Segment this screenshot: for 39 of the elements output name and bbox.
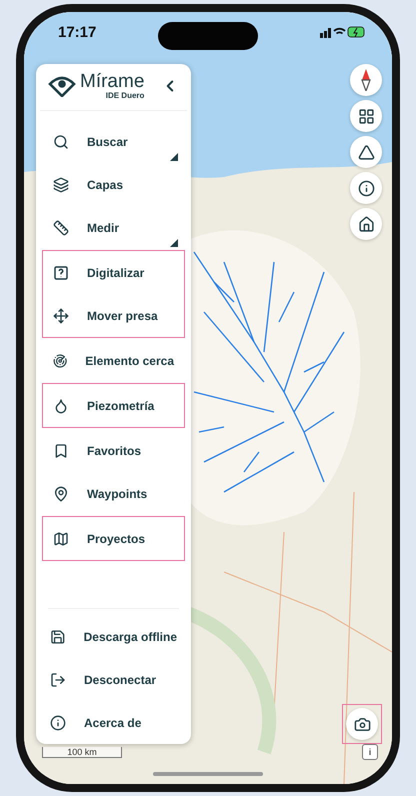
menu-icon	[53, 398, 69, 414]
camera-icon	[354, 716, 370, 732]
menu-icon	[53, 352, 68, 368]
menu-item[interactable]: Elemento cerca	[43, 339, 184, 382]
triangle-icon	[358, 144, 374, 160]
menu-item[interactable]: Piezometría	[43, 384, 184, 427]
app-title: Mírame	[80, 72, 144, 91]
menu-icon	[53, 442, 69, 458]
menu-icon	[53, 220, 69, 236]
menu-item[interactable]: Proyectos	[43, 517, 184, 560]
menu-item[interactable]: Buscar	[43, 120, 184, 163]
app-subtitle: IDE Duero	[106, 91, 144, 100]
menu-item[interactable]: Mover presa	[43, 294, 184, 337]
compass-needle-icon	[361, 69, 371, 91]
grid-icon	[358, 108, 374, 124]
question-square-icon	[53, 264, 69, 280]
menu-item[interactable]: Digitalizar	[43, 251, 184, 294]
menu-item[interactable]: Favoritos	[43, 429, 184, 472]
status-time: 17:17	[58, 24, 96, 40]
info-icon	[358, 180, 374, 196]
menu-icon	[53, 530, 69, 546]
status-icons	[320, 26, 366, 38]
eye-pin-icon	[48, 75, 76, 97]
menu-icon	[53, 176, 69, 192]
scale-bar: 100 km	[42, 747, 122, 758]
menu-icon	[50, 628, 66, 644]
attribution-button[interactable]: i	[362, 744, 378, 760]
home-icon	[358, 216, 374, 232]
menu-item[interactable]: Waypoints	[43, 472, 184, 515]
menu-item[interactable]: Desconectar	[40, 658, 187, 701]
menu-icon	[53, 308, 69, 324]
menu-icon	[53, 134, 69, 150]
menu-icon	[53, 486, 69, 502]
menu-item[interactable]: Descarga offline	[40, 615, 187, 658]
menu-icon	[50, 714, 66, 730]
menu-icon	[50, 672, 66, 688]
menu-item[interactable]: Capas	[43, 163, 184, 206]
menu-item[interactable]: Acerca de	[40, 701, 187, 744]
menu-item[interactable]: Medir	[43, 206, 184, 249]
